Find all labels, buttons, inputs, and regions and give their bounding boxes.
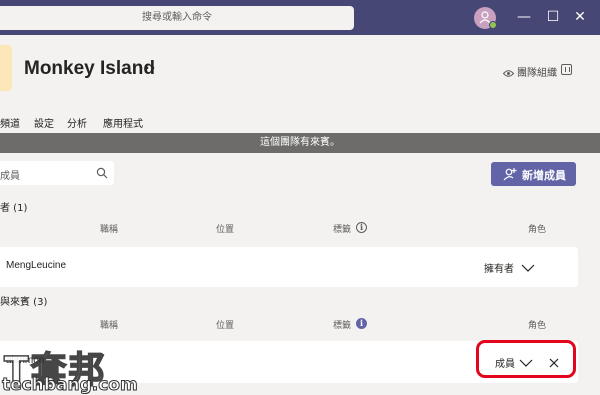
- org-chart-button[interactable]: 團隊組織: [502, 64, 557, 79]
- table-row[interactable]: MengLeucine 擁有者: [0, 247, 578, 287]
- column-header-location[interactable]: 位置: [216, 222, 234, 235]
- maximize-button[interactable]: ☐: [543, 8, 563, 26]
- add-member-button[interactable]: 新增成員: [491, 162, 576, 186]
- watermark-logo: T套邦 techbang.com: [0, 341, 165, 395]
- tab-apps[interactable]: 應用程式: [103, 115, 143, 130]
- tab-settings[interactable]: 設定: [34, 115, 54, 130]
- tags-info-icon[interactable]: i: [356, 222, 367, 233]
- more-options-button[interactable]: ···: [139, 60, 157, 77]
- tab-channels[interactable]: 頻道: [0, 115, 20, 130]
- close-window-button[interactable]: ✕: [570, 8, 590, 26]
- column-header-title[interactable]: 職稱: [100, 222, 118, 235]
- member-search-text: 成員: [0, 171, 20, 182]
- member-search-input[interactable]: 成員: [0, 161, 114, 185]
- column-header-role[interactable]: 角色: [528, 222, 546, 235]
- tab-analytics[interactable]: 分析: [67, 115, 87, 130]
- owners-section-title: 者 (1): [0, 203, 28, 214]
- add-person-icon: [503, 168, 517, 181]
- guest-banner: 這個團隊有來賓。: [0, 133, 600, 153]
- team-name: Monkey Island: [24, 58, 155, 79]
- tags-info-icon[interactable]: i: [356, 318, 367, 329]
- highlight-annotation: [476, 340, 576, 378]
- column-header-role[interactable]: 角色: [528, 318, 546, 331]
- team-info-icon[interactable]: [561, 64, 572, 75]
- column-header-location[interactable]: 位置: [216, 318, 234, 331]
- org-chart-label: 團隊組織: [517, 68, 557, 79]
- column-header-tags[interactable]: 標籤: [333, 318, 351, 331]
- minimize-button[interactable]: —: [514, 8, 534, 26]
- team-avatar-tile: [0, 45, 12, 91]
- watermark-url: techbang.com: [2, 375, 139, 395]
- column-header-title[interactable]: 職稱: [100, 318, 118, 331]
- command-search-input[interactable]: 搜尋或輸入命令: [0, 6, 354, 30]
- search-icon: [96, 167, 108, 179]
- title-bar: 搜尋或輸入命令 — ☐ ✕: [0, 0, 600, 35]
- add-member-label: 新增成員: [522, 169, 566, 182]
- eye-icon: [502, 70, 515, 77]
- chevron-down-icon[interactable]: [521, 263, 535, 273]
- member-name: MengLeucine: [6, 260, 67, 271]
- members-section-title: 與來賓 (3): [0, 297, 48, 308]
- role-dropdown[interactable]: 擁有者: [484, 260, 514, 275]
- presence-indicator: [489, 21, 497, 29]
- column-header-tags[interactable]: 標籤: [333, 222, 351, 235]
